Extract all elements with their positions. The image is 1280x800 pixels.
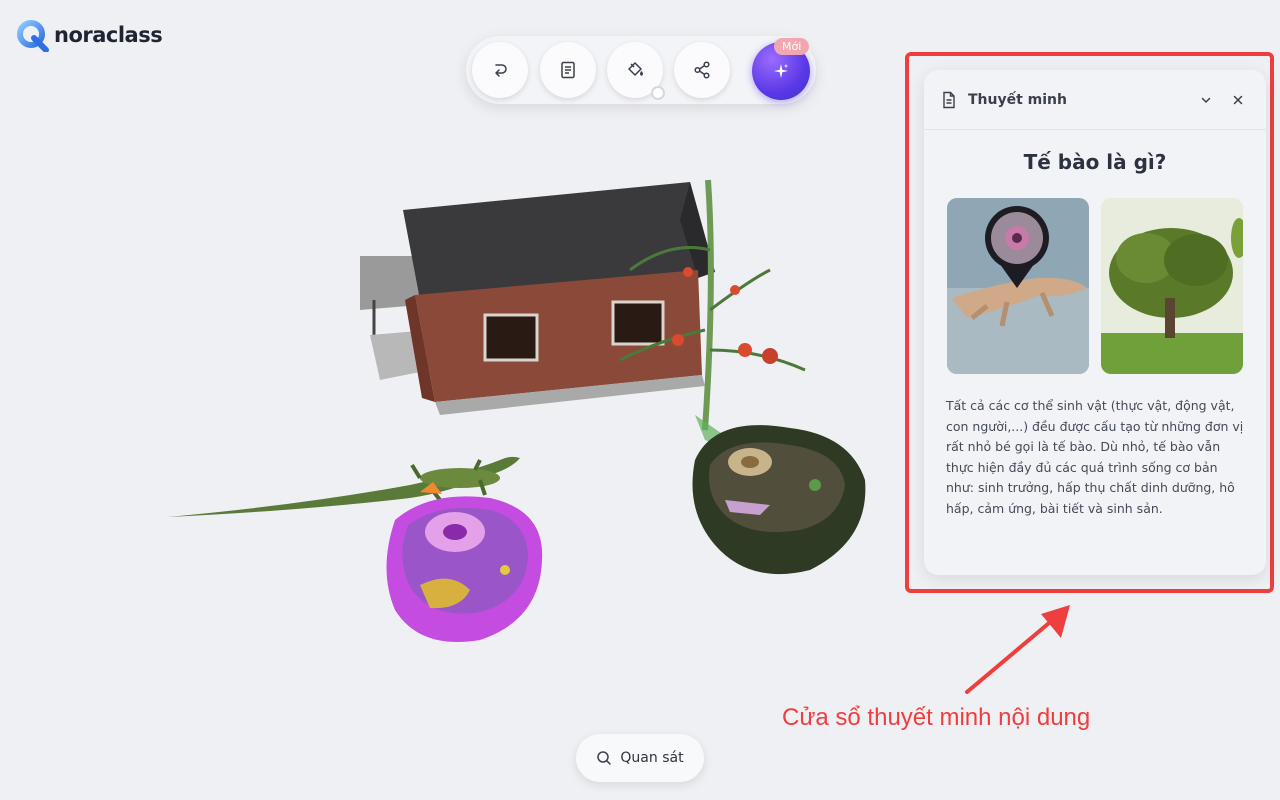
paint-bucket-icon (628, 62, 643, 76)
animal-cell-model[interactable] (386, 482, 543, 642)
paint-bucket-button[interactable] (607, 42, 665, 100)
share-icon (694, 61, 710, 79)
undo-button[interactable] (472, 42, 528, 98)
annotation-text: Cửa sổ thuyết minh nội dung (782, 704, 1091, 731)
3d-scene[interactable] (150, 160, 890, 660)
close-icon (1233, 95, 1243, 104)
tree-image[interactable] (1101, 198, 1243, 374)
plant-cell-model[interactable] (692, 425, 866, 575)
chevron-down-icon (1201, 97, 1211, 103)
close-button[interactable] (1226, 88, 1250, 112)
panel-body-text: Tất cả các cơ thể sinh vật (thực vật, độ… (946, 398, 1244, 516)
panel-images (947, 198, 1266, 374)
collapse-button[interactable] (1194, 88, 1218, 112)
observe-label: Quan sát (620, 750, 684, 766)
new-badge: Mới (774, 38, 810, 55)
document-icon (561, 61, 575, 79)
panel-header: Thuyết minh (924, 70, 1266, 130)
sparkle-icon (774, 63, 789, 78)
color-indicator (651, 86, 665, 100)
undo-icon (495, 64, 507, 77)
search-icon (597, 751, 612, 765)
top-toolbar: Mới (466, 36, 816, 104)
share-button[interactable] (674, 42, 730, 98)
annotation-arrow (965, 605, 1070, 694)
document-button[interactable] (540, 42, 596, 98)
brand-name: noraclass (54, 23, 163, 47)
observe-button[interactable]: Quan sát (576, 734, 704, 782)
noraclass-logo-icon (17, 20, 49, 52)
document-icon (943, 91, 955, 108)
panel-title: Thuyết minh (968, 91, 1067, 108)
brand-logo: noraclass (16, 18, 163, 52)
narration-panel: Thuyết minh Tế bào là gì? Tất cả các cơ … (924, 70, 1266, 575)
panel-heading: Tế bào là gì? (1023, 150, 1167, 174)
gecko-cell-image[interactable] (947, 198, 1089, 374)
house-model[interactable] (360, 182, 715, 415)
